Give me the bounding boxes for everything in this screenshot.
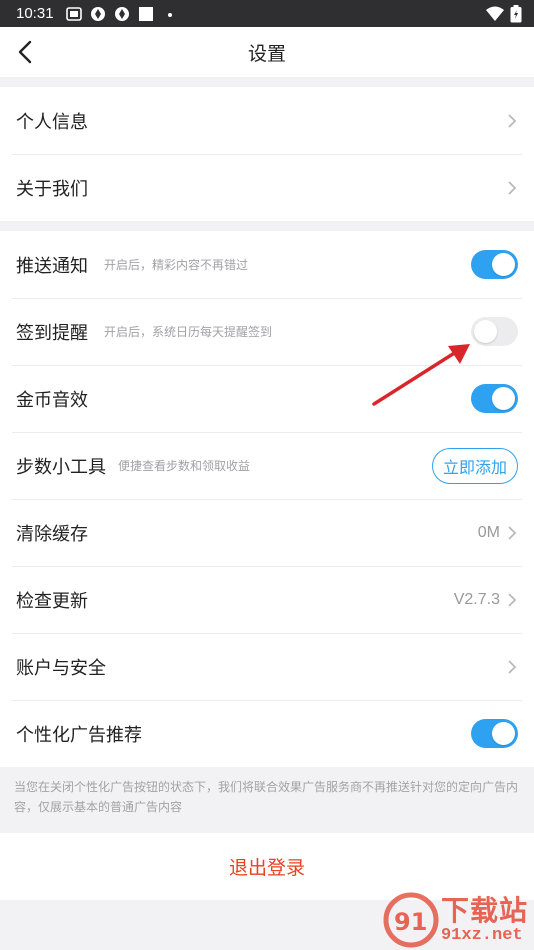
wifi-icon: [486, 6, 504, 21]
row-description: 开启后，系统日历每天提醒签到: [104, 325, 273, 339]
dot-icon: [167, 12, 172, 17]
watermark-logo-text: 91: [394, 908, 427, 936]
site-watermark: 91 下载站 91xz.net: [383, 892, 528, 948]
row-clear-cache[interactable]: 清除缓存 0M: [0, 499, 534, 566]
watermark-title: 下载站: [440, 894, 528, 927]
ads-notice: 当您在关闭个性化广告按钮的状态下，我们将联合效果广告服务商不再推送针对您的定向广…: [0, 767, 534, 833]
row-label: 账户与安全: [16, 657, 106, 679]
row-label: 推送通知: [16, 255, 88, 277]
browser-icon: [114, 6, 129, 21]
row-personal-info[interactable]: 个人信息: [0, 87, 534, 154]
row-label: 金币音效: [16, 389, 88, 411]
row-check-update[interactable]: 检查更新 V2.7.3: [0, 566, 534, 633]
row-label: 关于我们: [16, 178, 88, 200]
row-description: 开启后，精彩内容不再错过: [104, 258, 249, 272]
row-about-us[interactable]: 关于我们: [0, 154, 534, 221]
chevron-right-icon: [508, 113, 517, 128]
row-coin-sound: 金币音效: [0, 365, 534, 432]
page-title: 设置: [247, 42, 286, 65]
row-signin-reminder: 签到提醒 开启后，系统日历每天提醒签到: [0, 298, 534, 365]
logout-label: 退出登录: [228, 857, 305, 879]
watermark-logo-icon: 91: [383, 892, 439, 948]
square-icon: [138, 6, 153, 21]
row-label: 个人信息: [16, 111, 88, 133]
row-label: 签到提醒: [16, 322, 88, 344]
toggle-knob: [492, 387, 515, 410]
row-label: 步数小工具: [16, 456, 106, 478]
row-description: 便捷查看步数和领取收益: [118, 459, 251, 473]
toggle-knob: [474, 320, 497, 343]
section-gap: [0, 221, 534, 231]
push-notification-toggle[interactable]: [471, 250, 518, 279]
nav-bar: 设置: [0, 27, 534, 77]
chevron-right-icon: [508, 659, 517, 674]
settings-group-profile: 个人信息 关于我们: [0, 87, 534, 221]
logout-button[interactable]: 退出登录: [0, 833, 534, 900]
chevron-right-icon: [508, 592, 517, 607]
toggle-knob: [492, 253, 515, 276]
battery-icon: [510, 4, 522, 22]
cache-size-value: 0M: [477, 523, 500, 541]
personalized-ads-toggle[interactable]: [471, 719, 518, 748]
row-push-notification: 推送通知 开启后，精彩内容不再错过: [0, 231, 534, 298]
row-personalized-ads: 个性化广告推荐: [0, 700, 534, 767]
toggle-knob: [492, 722, 515, 745]
coin-sound-toggle[interactable]: [471, 384, 518, 413]
settings-group-main: 推送通知 开启后，精彩内容不再错过 签到提醒 开启后，系统日历每天提醒签到 金币…: [0, 231, 534, 767]
add-widget-button[interactable]: 立即添加: [431, 447, 518, 484]
row-label: 个性化广告推荐: [16, 724, 142, 746]
chevron-right-icon: [508, 180, 517, 195]
section-gap: [0, 77, 534, 87]
sim-card-icon: [65, 6, 82, 21]
row-label: 清除缓存: [16, 523, 88, 545]
watermark-url: 91xz.net: [440, 926, 523, 945]
back-chevron-icon[interactable]: [14, 39, 38, 65]
status-time: 10:31: [16, 5, 54, 22]
status-bar: 10:31: [0, 0, 534, 27]
browser-icon: [90, 6, 105, 21]
row-step-widget: 步数小工具 便捷查看步数和领取收益 立即添加: [0, 432, 534, 499]
version-value: V2.7.3: [453, 590, 500, 608]
signin-reminder-toggle[interactable]: [471, 317, 518, 346]
chevron-right-icon: [508, 525, 517, 540]
row-label: 检查更新: [16, 590, 88, 612]
row-account-security[interactable]: 账户与安全: [0, 633, 534, 700]
